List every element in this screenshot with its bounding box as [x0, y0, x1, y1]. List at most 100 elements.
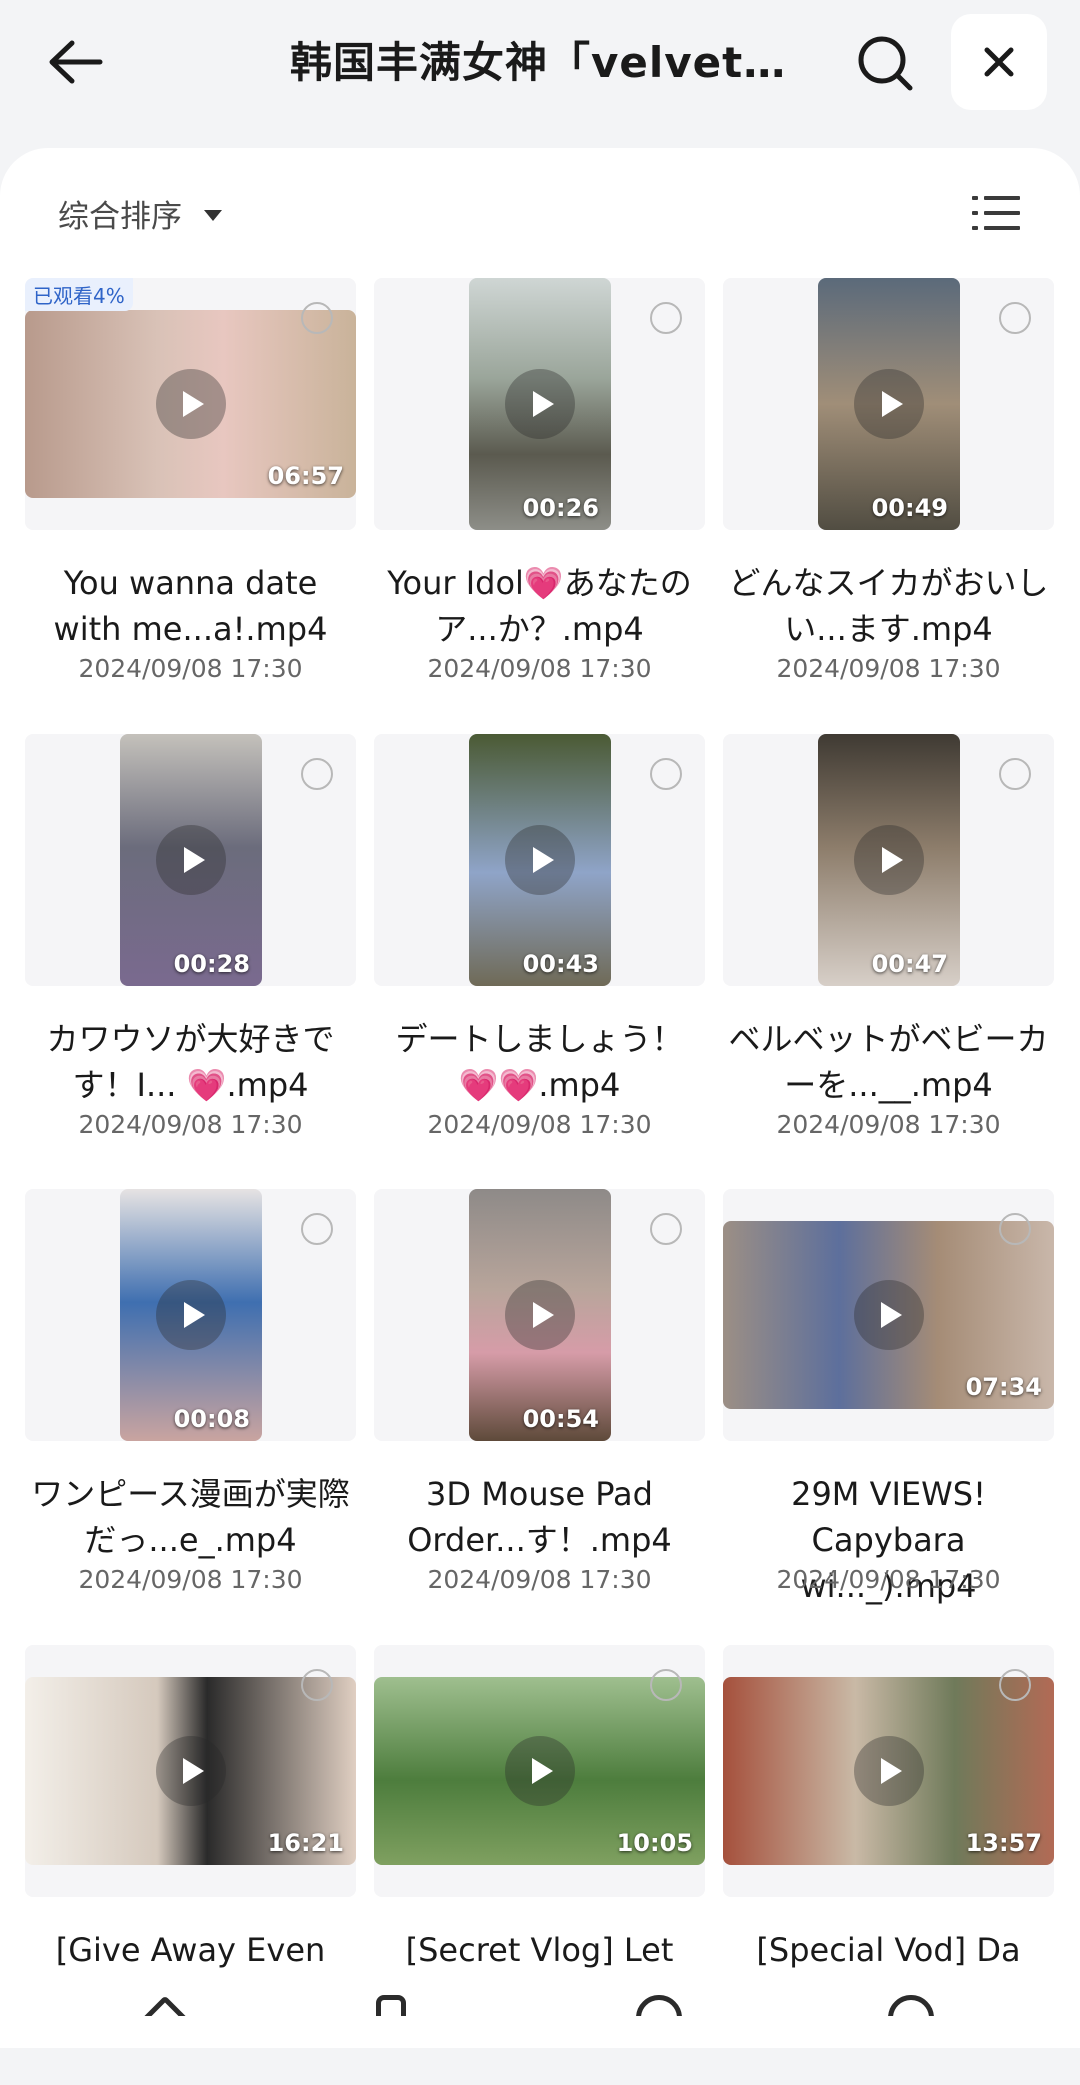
video-item[interactable]: 00:26 Your Idol💗あなたのア...か？.mp4 2024/09/0…	[374, 278, 705, 718]
select-checkbox[interactable]	[999, 1213, 1031, 1245]
top-bar: 韩国丰满女神「velvet…	[0, 0, 1080, 150]
video-thumbnail[interactable]: 00:47	[723, 734, 1054, 986]
video-duration: 00:49	[871, 494, 948, 522]
thumbnail-image: 00:43	[469, 734, 611, 986]
discover-tab-icon[interactable]	[636, 1995, 686, 2016]
search-icon	[858, 36, 913, 91]
video-duration: 00:08	[173, 1405, 250, 1433]
bottom-tab-bar	[0, 1995, 1080, 2016]
video-thumbnail[interactable]: 13:57	[723, 1645, 1054, 1897]
video-item[interactable]: 07:34 29M VIEWS! Capybara wi..._).mp4 20…	[723, 1189, 1054, 1629]
video-duration: 00:47	[871, 950, 948, 978]
video-date: 2024/09/08 17:30	[776, 1110, 1001, 1139]
video-name: ベルベットがベビーカーを...__.mp4	[728, 1020, 1049, 1104]
select-checkbox[interactable]	[301, 1669, 333, 1701]
video-date: 2024/09/08 17:30	[427, 654, 652, 683]
video-name: 3D Mouse Pad Order...す！.mp4	[407, 1475, 672, 1559]
video-duration: 16:21	[267, 1829, 344, 1857]
select-checkbox[interactable]	[650, 302, 682, 334]
select-checkbox[interactable]	[650, 1669, 682, 1701]
play-icon	[853, 1736, 924, 1806]
video-duration: 13:57	[965, 1829, 1042, 1857]
video-thumbnail[interactable]: 06:57 已观看4%	[25, 278, 356, 530]
video-thumbnail[interactable]: 00:08	[25, 1189, 356, 1441]
video-thumbnail[interactable]: 07:34	[723, 1189, 1054, 1441]
thumbnail-image: 00:49	[818, 278, 960, 530]
sort-label: 综合排序	[58, 198, 182, 235]
video-name: [Secret Vlog] Let	[405, 1931, 674, 1969]
play-icon	[155, 1736, 226, 1806]
arrow-left-icon	[49, 40, 103, 84]
video-date: 2024/09/08 17:30	[78, 1110, 303, 1139]
video-item[interactable]: 06:57 已观看4% You wanna date with me...a!.…	[25, 278, 356, 718]
list-view-button[interactable]	[970, 188, 1022, 238]
play-icon	[505, 1280, 575, 1350]
play-icon	[505, 369, 575, 439]
video-item[interactable]: 10:05 [Secret Vlog] Let	[374, 1645, 705, 2085]
video-date: 2024/09/08 17:30	[427, 1110, 652, 1139]
video-name: Your Idol💗あなたのア...か？.mp4	[387, 564, 692, 648]
select-checkbox[interactable]	[999, 1669, 1031, 1701]
video-date: 2024/09/08 17:30	[78, 1565, 303, 1594]
select-checkbox[interactable]	[301, 758, 333, 790]
play-icon	[505, 825, 575, 895]
video-duration: 00:28	[173, 950, 250, 978]
thumbnail-image: 06:57	[25, 310, 356, 498]
back-button[interactable]	[40, 30, 112, 94]
select-checkbox[interactable]	[999, 302, 1031, 334]
video-thumbnail[interactable]: 00:49	[723, 278, 1054, 530]
video-item[interactable]: 16:21 [Give Away Even	[25, 1645, 356, 2085]
video-duration: 00:54	[522, 1405, 599, 1433]
video-date: 2024/09/08 17:30	[776, 654, 1001, 683]
thumbnail-image: 00:08	[120, 1189, 262, 1441]
home-tab-icon[interactable]	[142, 1995, 192, 2016]
content-panel: 综合排序 06:57 已观看4% You wanna date with me.…	[0, 148, 1080, 2048]
video-duration: 10:05	[616, 1829, 693, 1857]
video-thumbnail[interactable]: 00:28	[25, 734, 356, 986]
video-duration: 00:26	[522, 494, 599, 522]
thumbnail-image: 00:28	[120, 734, 262, 986]
video-item[interactable]: 13:57 [Special Vod] Da	[723, 1645, 1054, 2085]
video-name: どんなスイカがおいしい...ます.mp4	[728, 564, 1049, 648]
close-button[interactable]	[951, 14, 1047, 110]
sort-dropdown[interactable]: 综合排序	[58, 188, 222, 238]
video-duration: 07:34	[965, 1373, 1042, 1401]
select-checkbox[interactable]	[301, 302, 333, 334]
video-date: 2024/09/08 17:30	[427, 1565, 652, 1594]
video-name: [Special Vod] Da	[756, 1931, 1021, 1969]
video-thumbnail[interactable]: 00:26	[374, 278, 705, 530]
video-name: You wanna date with me...a!.mp4	[53, 564, 328, 648]
video-thumbnail[interactable]: 16:21	[25, 1645, 356, 1897]
video-item[interactable]: 00:43 デートしましょう！ 💗💗.mp4 2024/09/08 17:30	[374, 734, 705, 1174]
page-title: 韩国丰满女神「velvet…	[290, 38, 787, 87]
thumbnail-image: 00:47	[818, 734, 960, 986]
select-checkbox[interactable]	[301, 1213, 333, 1245]
video-date: 2024/09/08 17:30	[776, 1565, 1001, 1594]
play-icon	[156, 1280, 226, 1350]
video-item[interactable]: 00:08 ワンピース漫画が実際だっ...e_.mp4 2024/09/08 1…	[25, 1189, 356, 1629]
play-icon	[854, 825, 924, 895]
select-checkbox[interactable]	[650, 1213, 682, 1245]
files-tab-icon[interactable]	[376, 1995, 426, 2016]
video-item[interactable]: 00:49 どんなスイカがおいしい...ます.mp4 2024/09/08 17…	[723, 278, 1054, 718]
video-name: ワンピース漫画が実際だっ...e_.mp4	[31, 1475, 350, 1559]
video-duration: 00:43	[522, 950, 599, 978]
search-button[interactable]	[852, 30, 918, 96]
thumbnail-image: 00:54	[469, 1189, 611, 1441]
play-icon	[504, 1736, 575, 1806]
play-icon	[156, 825, 226, 895]
select-checkbox[interactable]	[999, 758, 1031, 790]
play-icon	[155, 369, 226, 439]
video-item[interactable]: 00:54 3D Mouse Pad Order...す！.mp4 2024/0…	[374, 1189, 705, 1629]
video-thumbnail[interactable]: 00:54	[374, 1189, 705, 1441]
close-icon	[984, 47, 1014, 77]
play-icon	[854, 369, 924, 439]
video-item[interactable]: 00:28 カワウソが大好きです！I... 💗.mp4 2024/09/08 1…	[25, 734, 356, 1174]
select-checkbox[interactable]	[650, 758, 682, 790]
video-thumbnail[interactable]: 00:43	[374, 734, 705, 986]
video-thumbnail[interactable]: 10:05	[374, 1645, 705, 1897]
video-item[interactable]: 00:47 ベルベットがベビーカーを...__.mp4 2024/09/08 1…	[723, 734, 1054, 1174]
profile-tab-icon[interactable]	[888, 1995, 938, 2016]
thumbnail-image: 13:57	[723, 1677, 1054, 1865]
video-date: 2024/09/08 17:30	[78, 654, 303, 683]
